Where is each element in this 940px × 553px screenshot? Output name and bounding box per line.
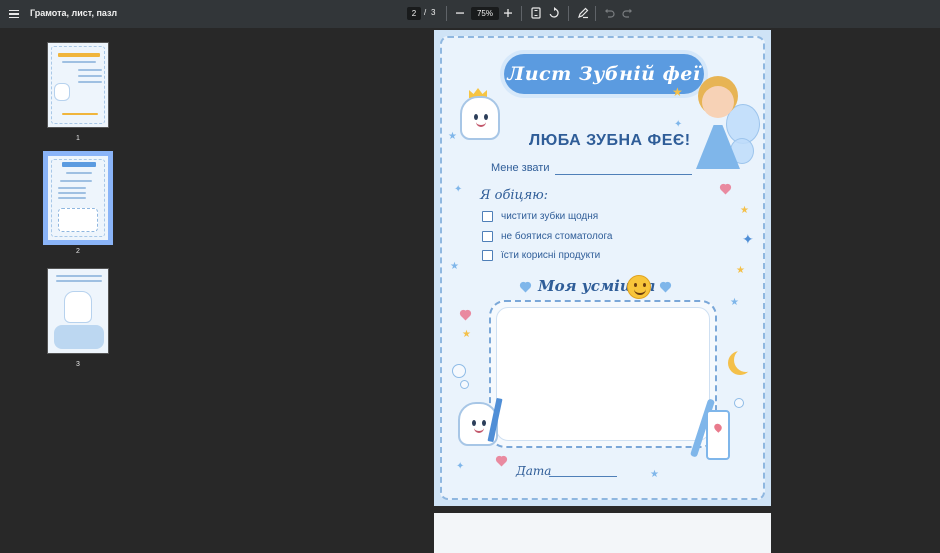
promise-text: їсти корисні продукти [501,250,601,261]
checkbox [482,250,493,261]
star-icon: ✦ [742,231,754,247]
date-line [549,476,617,477]
promise-item: чистити зубки щодня [482,211,598,222]
tooth-character-icon [460,96,500,140]
promise-text: не боятися стоматолога [501,231,613,242]
thumbnail-label-1: 1 [76,135,80,142]
menu-icon[interactable] [6,6,22,22]
bubble-icon [734,398,744,408]
toolbar-divider [595,6,596,21]
thumbnail-page-3[interactable] [47,268,109,354]
smile-photo-area [496,307,710,441]
thumbnail-sidebar: 1 2 3 [0,28,155,531]
bubble-icon [452,364,466,378]
promise-item: їсти корисні продукти [482,250,600,261]
pdf-page-3-preview [434,513,771,553]
star-icon: ★ [650,469,659,480]
star-icon: ✦ [454,184,463,195]
name-line [555,174,692,175]
smile-photo-frame [489,300,717,448]
page-number-input[interactable]: 2 [407,7,421,20]
star-icon: ★ [730,297,739,308]
toolbar-divider [446,6,447,21]
thumbnail-label-2: 2 [76,248,80,255]
toolbar-divider [521,6,522,21]
redo-icon[interactable] [619,5,635,21]
sheet-title: Лист Зубній феї [507,63,701,85]
sheet-heading: ЛЮБА ЗУБНА ФЕЄ! [529,132,691,149]
star-icon: ★ [448,131,457,142]
thumbnail-page-2[interactable] [43,151,113,245]
star-icon: ★ [736,265,745,276]
promise-title: Я обіцяю: [480,188,549,203]
star-icon: ★ [450,261,459,272]
fit-page-icon[interactable] [528,5,544,21]
pdf-toolbar: Грамота, лист, пазл 2 / 3 75% [0,0,940,28]
date-label: Дата [516,464,552,478]
thumbnail-page-1[interactable] [47,42,109,128]
checkbox [482,211,493,222]
star-icon: ✦ [456,461,465,472]
star-icon: ★ [740,205,749,216]
zoom-out-icon[interactable] [452,5,468,21]
page-total: 3 [431,8,436,17]
name-label: Мене звати [491,162,550,174]
page-separator: / [424,8,427,17]
smile-emoji-icon [627,275,651,299]
zoom-level-input[interactable]: 75% [471,7,499,20]
rotate-icon[interactable] [546,5,562,21]
document-title: Грамота, лист, пазл [30,8,118,18]
pdf-page-2: Лист Зубній феї ★ ЛЮБА ЗУБНА ФЕЄ! Мене з… [434,30,771,506]
promise-text: чистити зубки щодня [501,211,599,222]
star-icon: ✦ [674,119,683,130]
wand-star-icon: ★ [672,85,683,99]
document-viewer[interactable]: Лист Зубній феї ★ ЛЮБА ЗУБНА ФЕЄ! Мене з… [155,28,940,553]
bubble-icon [460,380,469,389]
annotate-icon[interactable] [575,5,591,21]
promise-item: не боятися стоматолога [482,231,612,242]
moon-icon [734,348,758,372]
zoom-in-icon[interactable] [500,5,516,21]
thumbnail-label-3: 3 [76,361,80,368]
toolbar-divider [568,6,569,21]
checkbox [482,231,493,242]
toothpaste-icon [706,410,730,460]
undo-icon[interactable] [601,5,617,21]
fairy-head-icon [702,86,734,118]
star-icon: ★ [462,329,471,340]
